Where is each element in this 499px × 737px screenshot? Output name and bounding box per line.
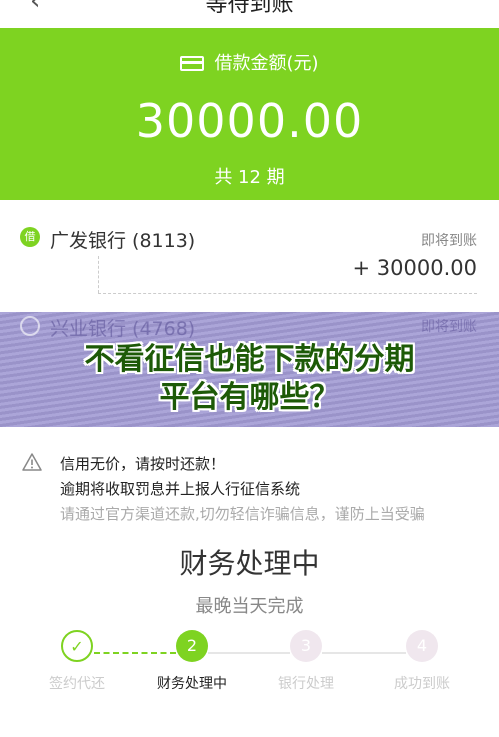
dashed-connector <box>98 256 99 293</box>
loan-periods: 共 12 期 <box>214 167 285 188</box>
step-bank: 3 银行处理 <box>256 630 356 693</box>
card-icon <box>180 56 205 71</box>
notice-line-3: 请通过官方渠道还款,切勿轻信诈骗信息，谨防上当受骗 <box>60 505 425 523</box>
step-label: 成功到账 <box>394 676 450 692</box>
step-number: 4 <box>406 630 438 662</box>
step-label: 银行处理 <box>278 676 334 692</box>
step-number: 3 <box>290 630 322 662</box>
top-bar: ‹ 等待到账 <box>0 0 499 28</box>
status-title: 财务处理中 <box>179 547 320 580</box>
step-label: 财务处理中 <box>157 676 227 692</box>
bank-status: 即将到账 <box>421 233 477 249</box>
dashed-divider <box>98 293 477 294</box>
article-title-overlay: 兴业银行 (4768) 即将到账 不看征信也能下款的分期 平台有哪些？ <box>0 312 499 427</box>
loan-summary-banner: 借款金额(元) 30000.00 共 12 期 <box>0 28 499 200</box>
bank-status-faded: 即将到账 <box>421 319 477 335</box>
step-number: 2 <box>176 630 208 662</box>
bank-amount: + 30000.00 <box>352 256 477 280</box>
check-icon: ✓ <box>61 630 93 662</box>
notice-line-2: 逾期将收取罚息并上报人行征信系统 <box>60 480 301 498</box>
status-subtitle: 最晚当天完成 <box>195 596 304 617</box>
step-received: 4 成功到账 <box>372 630 472 693</box>
loan-amount: 30000.00 <box>135 94 364 148</box>
repay-badge-icon <box>20 316 40 336</box>
amount-label-row: 借款金额(元) <box>0 49 499 75</box>
bank-name: 广发银行 (8113) <box>50 230 196 252</box>
page-title: 等待到账 <box>205 0 294 17</box>
amount-label: 借款金额(元) <box>214 53 319 74</box>
step-sign: ✓ 签约代还 <box>27 630 127 693</box>
warning-icon <box>22 453 42 471</box>
borrow-badge-icon: 借 <box>20 227 40 247</box>
step-finance: 2 财务处理中 <box>142 630 242 693</box>
progress-steps: ✓ 签约代还 2 财务处理中 3 银行处理 4 成功到账 <box>0 630 499 720</box>
step-label: 签约代还 <box>49 676 105 692</box>
notice-line-1: 信用无价，请按时还款！ <box>60 455 226 473</box>
overlay-title-line2: 平台有哪些？ <box>159 380 340 415</box>
